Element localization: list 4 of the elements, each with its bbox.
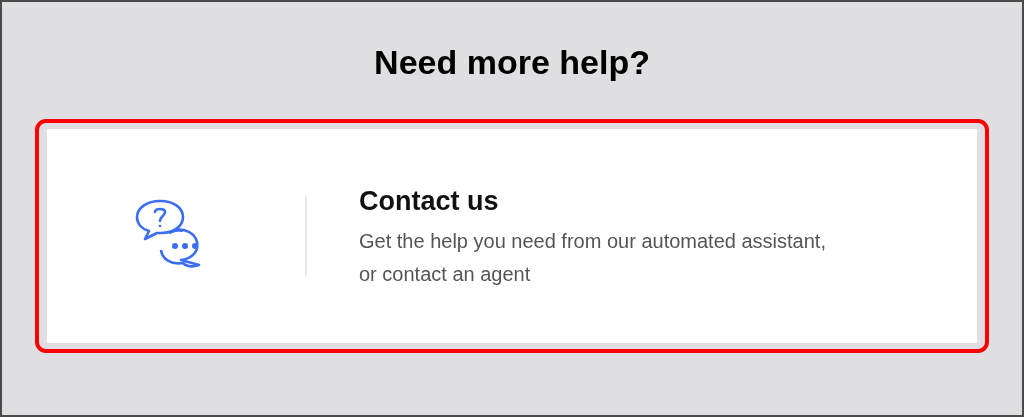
card-title: Contact us [359,185,500,217]
contact-card[interactable]: Contact us Get the help you need from our automated assistant, or contact an agent [47,129,977,343]
section-heading: Need more help? [374,42,650,82]
card-description: Get the help you need from our automated assistant, or contact an agent [359,229,827,287]
